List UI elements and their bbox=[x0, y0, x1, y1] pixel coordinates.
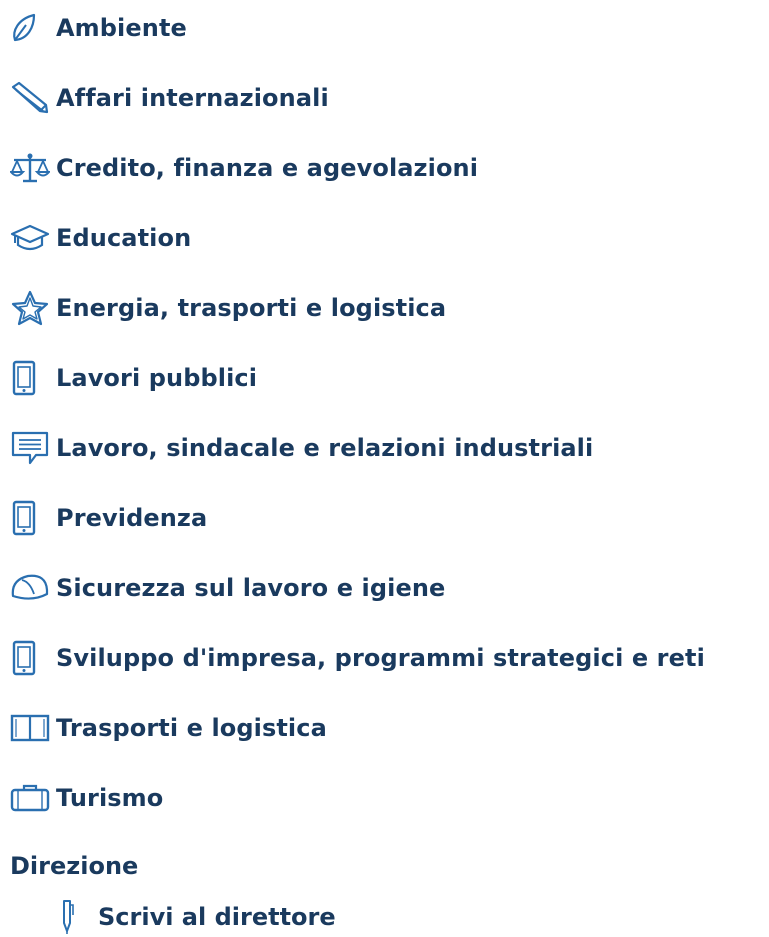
menu-item-turismo[interactable]: Turismo bbox=[10, 778, 163, 818]
menu-item-sviluppo-impresa[interactable]: Sviluppo d'impresa, programmi strategici… bbox=[10, 638, 705, 678]
menu-item-label: Trasporti e logistica bbox=[56, 714, 327, 742]
smartphone-icon bbox=[10, 498, 56, 538]
sub-item-label: Scrivi al direttore bbox=[98, 903, 336, 931]
menu-item-label: Turismo bbox=[56, 784, 164, 812]
menu-item-previdenza[interactable]: Previdenza bbox=[10, 498, 207, 538]
menu-item-credito-finanza[interactable]: Credito, finanza e agevolazioni bbox=[10, 148, 478, 188]
menu-item-trasporti-logistica[interactable]: Trasporti e logistica bbox=[10, 708, 327, 748]
menu-item-label: Energia, trasporti e logistica bbox=[56, 294, 447, 322]
menu-item-label: Education bbox=[56, 224, 192, 252]
menu-item-label: Previdenza bbox=[56, 504, 208, 532]
menu-item-label: Ambiente bbox=[56, 14, 187, 42]
smartphone-icon bbox=[10, 638, 56, 678]
section-heading-direzione: Direzione bbox=[10, 852, 139, 880]
menu-item-lavoro-sindacale[interactable]: Lavoro, sindacale e relazioni industrial… bbox=[10, 428, 593, 468]
book-icon bbox=[10, 708, 56, 748]
suitcase-icon bbox=[10, 778, 56, 818]
pencil-icon bbox=[10, 78, 56, 118]
menu-item-label: Credito, finanza e agevolazioni bbox=[56, 154, 479, 182]
menu-item-sicurezza[interactable]: Sicurezza sul lavoro e igiene bbox=[10, 568, 445, 608]
menu-item-energia-trasporti[interactable]: Energia, trasporti e logistica bbox=[10, 288, 446, 328]
menu-item-affari-internazionali[interactable]: Affari internazionali bbox=[10, 78, 329, 118]
scales-icon bbox=[10, 148, 56, 188]
menu-item-education[interactable]: Education bbox=[10, 218, 191, 258]
menu-item-ambiente[interactable]: Ambiente bbox=[10, 8, 187, 48]
hard-hat-icon bbox=[10, 568, 56, 608]
chat-bubble-icon bbox=[10, 428, 56, 468]
menu-item-label: Sviluppo d'impresa, programmi strategici… bbox=[56, 644, 705, 672]
graduation-cap-icon bbox=[10, 218, 56, 258]
menu-item-label: Lavori pubblici bbox=[56, 364, 258, 392]
menu-item-label: Sicurezza sul lavoro e igiene bbox=[56, 574, 446, 602]
menu-item-lavori-pubblici[interactable]: Lavori pubblici bbox=[10, 358, 257, 398]
leaf-icon bbox=[10, 8, 56, 48]
star-icon bbox=[10, 288, 56, 328]
smartphone-icon bbox=[10, 358, 56, 398]
menu-item-label: Lavoro, sindacale e relazioni industrial… bbox=[56, 434, 594, 462]
pen-icon bbox=[58, 897, 98, 937]
scrivi-al-direttore-link[interactable]: Scrivi al direttore bbox=[58, 897, 336, 937]
menu-item-label: Affari internazionali bbox=[56, 84, 329, 112]
